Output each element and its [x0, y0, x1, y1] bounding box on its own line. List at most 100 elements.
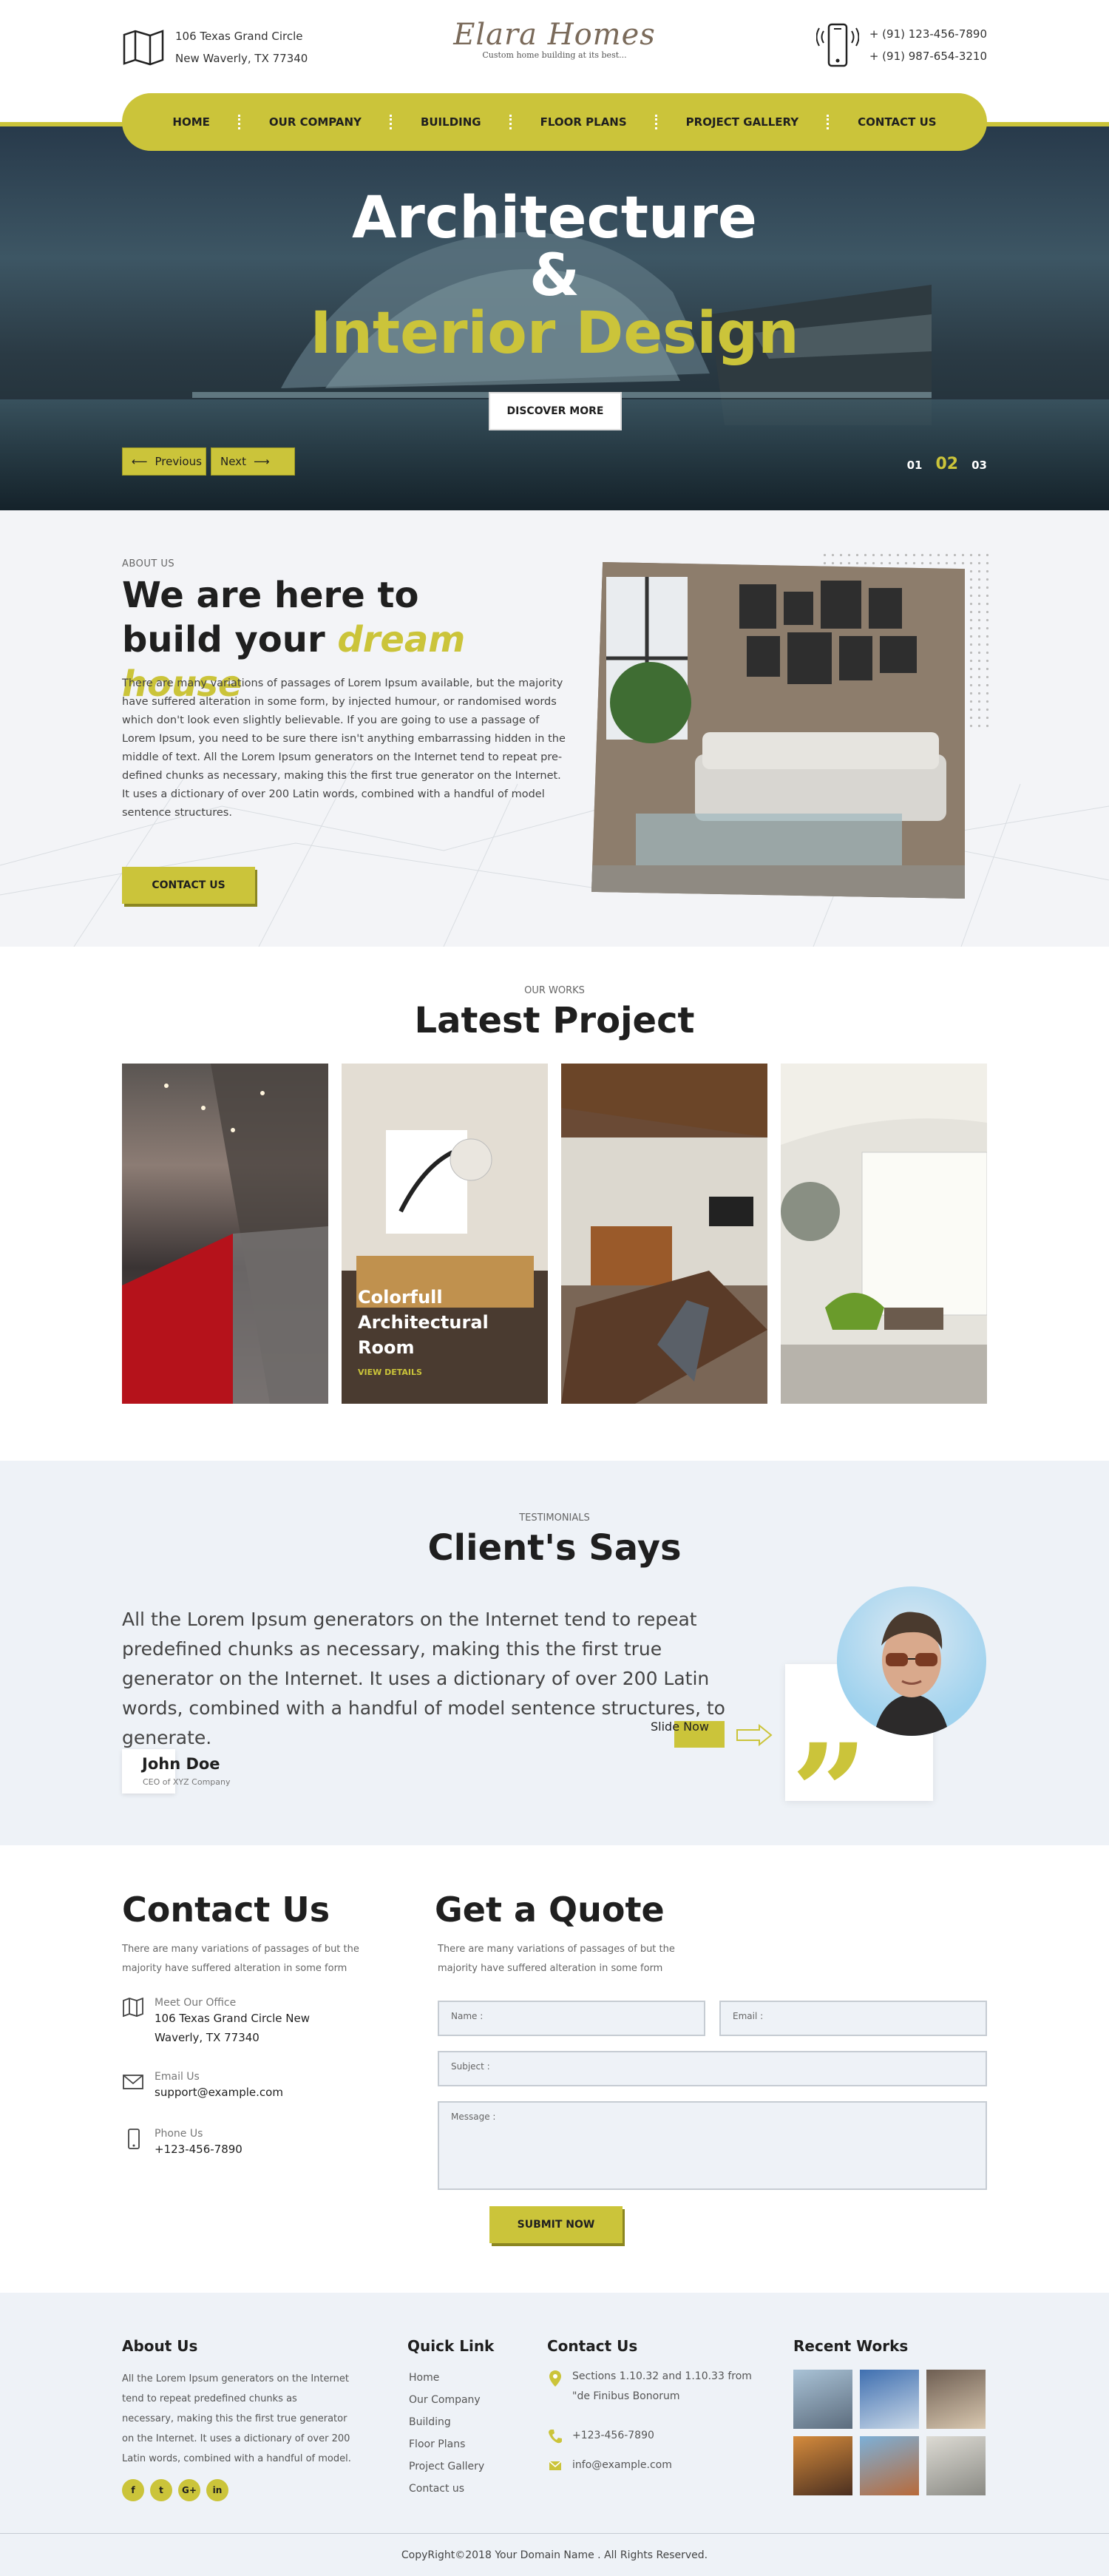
footer-phone: +123-456-7890	[549, 2426, 756, 2446]
recent-work-thumb-6[interactable]	[926, 2436, 986, 2495]
about-title-part-2: build your	[122, 619, 338, 660]
footer-link-home[interactable]: Home	[409, 2367, 484, 2389]
address-line-2: New Waverly, TX 77340	[175, 52, 308, 65]
about-contact-button[interactable]: CONTACT US	[122, 867, 255, 904]
contact-title: Contact Us	[122, 1890, 330, 1930]
footer-link-contact-us[interactable]: Contact us	[409, 2478, 484, 2500]
about-section: ABOUT US We are here to build your dream…	[0, 510, 1109, 947]
next-slide-button[interactable]: Next ⟶	[211, 447, 295, 476]
phone-1[interactable]: + (91) 123-456-7890	[869, 23, 987, 45]
office-info: Meet Our Office 106 Texas Grand Circle N…	[122, 1997, 325, 2047]
header-phones: + (91) 123-456-7890 + (91) 987-654-3210	[815, 22, 987, 68]
site-footer: About Us All the Lorem Ipsum generators …	[0, 2293, 1109, 2576]
previous-slide-button[interactable]: ⟵ Previous	[122, 447, 206, 476]
discover-more-button[interactable]: DISCOVER MORE	[489, 392, 622, 430]
email-address[interactable]: support@example.com	[155, 2083, 283, 2102]
email-field[interactable]: Email :	[719, 2001, 987, 2036]
project-card-3[interactable]	[561, 1064, 767, 1404]
project-image-1	[122, 1064, 328, 1404]
contact-section: Contact Us There are many variations of …	[0, 1845, 1109, 2293]
nav-floor-plans[interactable]: FLOOR PLANS	[512, 115, 655, 129]
office-address: 106 Texas Grand Circle New Waverly, TX 7…	[155, 2012, 311, 2044]
recent-work-thumb-1[interactable]	[793, 2370, 852, 2429]
contact-subtitle: There are many variations of passages of…	[122, 1944, 359, 1974]
google-plus-icon[interactable]: G+	[178, 2479, 200, 2501]
header-address: 106 Texas Grand Circle New Waverly, TX 7…	[122, 25, 308, 70]
hero-slider: Architecture & Interior Design DISCOVER …	[0, 122, 1109, 510]
projects-section: OUR WORKS Latest Project Colorfull Archi…	[0, 947, 1109, 1461]
recent-works-title: Recent Works	[793, 2337, 909, 2355]
footer-contact-title: Contact Us	[547, 2337, 638, 2355]
footer-address: Sections 1.10.32 and 1.10.33 from "de Fi…	[549, 2367, 756, 2407]
recent-work-thumb-4[interactable]	[793, 2436, 852, 2495]
nav-building[interactable]: BUILDING	[393, 115, 509, 129]
phone-number[interactable]: +123-456-7890	[155, 2140, 243, 2159]
project-image-3	[561, 1064, 767, 1404]
footer-link-building[interactable]: Building	[409, 2411, 484, 2433]
project-image-4	[781, 1064, 987, 1404]
nav-contact-us[interactable]: CONTACT US	[830, 115, 964, 129]
testimonial-author: John Doe	[142, 1755, 220, 1773]
featured-project-title-2: Architectural Room	[358, 1312, 489, 1358]
nav-our-company[interactable]: OUR COMPANY	[241, 115, 390, 129]
main-nav: HOME OUR COMPANY BUILDING FLOOR PLANS PR…	[122, 93, 987, 151]
footer-divider	[0, 2533, 1109, 2534]
footer-link-our-company[interactable]: Our Company	[409, 2389, 484, 2411]
location-pin-icon	[549, 2370, 561, 2387]
project-card-2-featured[interactable]: Colorfull Architectural Room VIEW DETAIL…	[342, 1064, 548, 1404]
submit-button[interactable]: SUBMIT NOW	[489, 2206, 623, 2243]
footer-about-text: All the Lorem Ipsum generators on the In…	[122, 2373, 351, 2464]
phone-label: Phone Us	[155, 2128, 203, 2140]
footer-email: info@example.com	[549, 2455, 756, 2475]
hero-title-line-1: Architecture	[352, 185, 757, 251]
logo-tagline: Custom home building at its best...	[482, 50, 627, 60]
nav-home[interactable]: HOME	[144, 115, 237, 129]
name-field[interactable]: Name :	[438, 2001, 705, 2036]
map-icon	[123, 1997, 143, 2018]
phone-2[interactable]: + (91) 987-654-3210	[869, 45, 987, 67]
testimonial-role: CEO of XYZ Company	[143, 1777, 231, 1787]
recent-work-thumb-2[interactable]	[860, 2370, 919, 2429]
hero-title-line-2: &	[529, 243, 580, 309]
slide-indicator-1[interactable]: 01	[907, 459, 923, 472]
twitter-icon[interactable]: t	[150, 2479, 172, 2501]
arrow-left-icon: ⟵	[132, 455, 148, 468]
copyright: CopyRight©2018 Your Domain Name . All Ri…	[401, 2549, 708, 2561]
facebook-icon[interactable]: f	[122, 2479, 144, 2501]
project-card-4[interactable]	[781, 1064, 987, 1404]
slide-indicators: 01 02 03	[907, 455, 987, 473]
footer-link-project-gallery[interactable]: Project Gallery	[409, 2455, 484, 2478]
office-label: Meet Our Office	[155, 1997, 237, 2009]
project-card-1[interactable]	[122, 1064, 328, 1404]
slide-indicator-3[interactable]: 03	[971, 459, 987, 472]
view-details-link[interactable]: VIEW DETAILS	[358, 1368, 548, 1377]
address-line-1: 106 Texas Grand Circle	[175, 30, 303, 43]
email-label: Email Us	[155, 2071, 200, 2083]
about-body: There are many variations of passages of…	[122, 677, 566, 819]
subject-field[interactable]: Subject :	[438, 2051, 987, 2086]
site-header: 106 Texas Grand Circle New Waverly, TX 7…	[0, 0, 1109, 151]
footer-address-text: Sections 1.10.32 and 1.10.33 from "de Fi…	[572, 2370, 752, 2402]
logo-text: Elara Homes	[453, 18, 656, 52]
nav-project-gallery[interactable]: PROJECT GALLERY	[658, 115, 827, 129]
message-field[interactable]: Message :	[438, 2101, 987, 2190]
slide-indicator-2-active[interactable]: 02	[936, 455, 959, 473]
phone-icon	[549, 2430, 562, 2444]
footer-link-floor-plans[interactable]: Floor Plans	[409, 2433, 484, 2455]
project-cards: Colorfull Architectural Room VIEW DETAIL…	[122, 1064, 987, 1404]
phone-info: Phone Us +123-456-7890	[122, 2128, 243, 2159]
recent-work-thumb-5[interactable]	[860, 2436, 919, 2495]
recent-work-thumb-3[interactable]	[926, 2370, 986, 2429]
linkedin-icon[interactable]: in	[206, 2479, 228, 2501]
phone-icon	[128, 2129, 140, 2149]
testimonials-label: TESTIMONIALS	[519, 1512, 590, 1524]
site-logo[interactable]: Elara Homes Custom home building at its …	[453, 18, 656, 60]
social-links: f t G+ in	[122, 2479, 228, 2501]
projects-title: Latest Project	[414, 1000, 695, 1041]
footer-phone-text[interactable]: +123-456-7890	[572, 2426, 654, 2446]
recent-works-grid	[793, 2370, 986, 2495]
slide-now-button[interactable]: Slide Now	[651, 1720, 709, 1734]
arrow-right-icon[interactable]	[736, 1724, 774, 1746]
next-label: Next	[220, 455, 246, 468]
footer-email-text[interactable]: info@example.com	[572, 2455, 672, 2475]
